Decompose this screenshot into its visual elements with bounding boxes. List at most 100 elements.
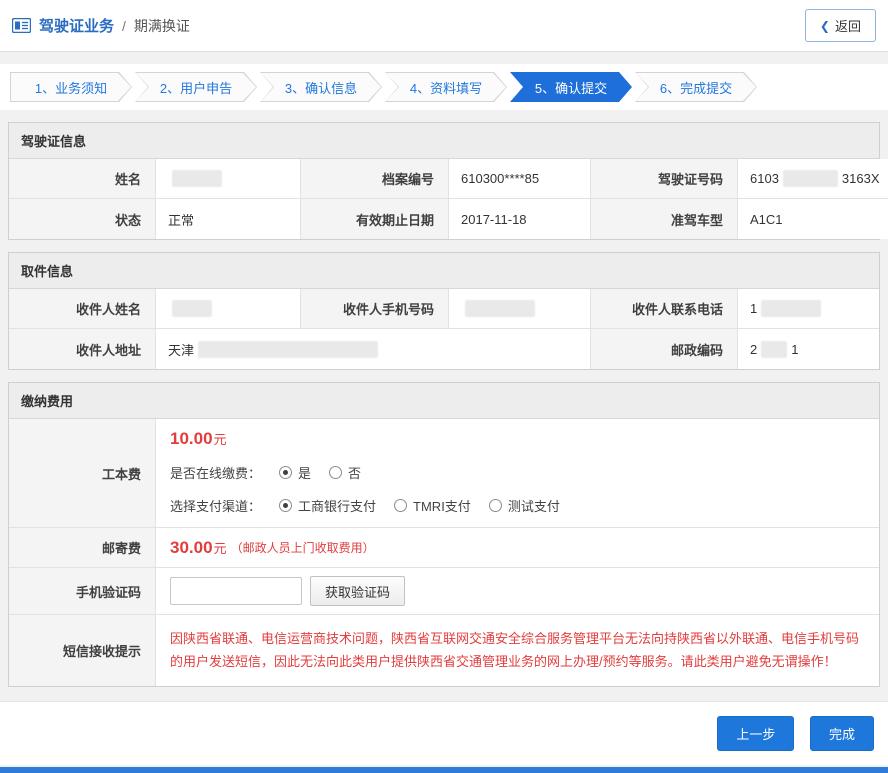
pickup-info-table: 收件人姓名 收件人手机号码 收件人联系电话 1 收件人地址 天津 邮政编码 21 bbox=[9, 289, 879, 369]
footer-action-bar: 上一步 完成 bbox=[0, 701, 888, 765]
step-label: 5、确认提交 bbox=[535, 78, 607, 97]
license-number-suffix: 3163X bbox=[842, 171, 880, 186]
radio-unselected-icon bbox=[394, 499, 407, 512]
production-fee-unit: 元 bbox=[214, 432, 227, 447]
step-3-confirm-info[interactable]: 3、确认信息 bbox=[260, 72, 382, 102]
license-info-title: 驾驶证信息 bbox=[9, 123, 879, 159]
payment-channel-question: 选择支付渠道： bbox=[170, 496, 261, 515]
vehicle-type-label: 准驾车型 bbox=[591, 199, 738, 239]
radio-online-no-label: 否 bbox=[348, 463, 361, 482]
header: 驾驶证业务 / 期满换证 ❮ 返回 bbox=[0, 0, 888, 52]
name-value bbox=[156, 159, 301, 199]
license-number-value: 6103 3163X bbox=[738, 159, 888, 199]
radio-channel-icbc-label: 工商银行支付 bbox=[298, 496, 376, 515]
production-fee-label: 工本费 bbox=[9, 419, 156, 528]
recipient-phone-label: 收件人联系电话 bbox=[591, 289, 738, 329]
verification-code-cell: 获取验证码 bbox=[156, 568, 879, 615]
recipient-address-value: 天津 bbox=[156, 329, 591, 369]
radio-channel-icbc[interactable]: 工商银行支付 bbox=[279, 496, 376, 515]
pickup-info-title: 取件信息 bbox=[9, 253, 879, 289]
production-fee-cell: 10.00元 是否在线缴费： 是 否 选择支付渠道： 工商银行支付 bbox=[156, 419, 879, 528]
page-subtitle: 期满换证 bbox=[134, 16, 190, 36]
payment-title: 缴纳费用 bbox=[9, 383, 879, 419]
license-number-label: 驾驶证号码 bbox=[591, 159, 738, 199]
recipient-address-prefix: 天津 bbox=[168, 340, 194, 359]
back-button-label: 返回 bbox=[835, 16, 861, 35]
previous-step-button[interactable]: 上一步 bbox=[717, 716, 794, 751]
redacted-recipient-name bbox=[172, 300, 212, 317]
step-2-user-declaration[interactable]: 2、用户申告 bbox=[135, 72, 257, 102]
recipient-phone-prefix: 1 bbox=[750, 301, 757, 316]
radio-selected-icon bbox=[279, 499, 292, 512]
radio-online-yes-label: 是 bbox=[298, 463, 311, 482]
step-label: 3、确认信息 bbox=[285, 78, 357, 97]
redacted-postcode bbox=[761, 341, 787, 358]
vehicle-type-value: A1C1 bbox=[738, 199, 888, 239]
step-label: 2、用户申告 bbox=[160, 78, 232, 97]
recipient-mobile-value bbox=[449, 289, 591, 329]
radio-channel-tmri[interactable]: TMRI支付 bbox=[394, 496, 471, 515]
recipient-name-label: 收件人姓名 bbox=[9, 289, 156, 329]
online-payment-question-line: 是否在线缴费： 是 否 bbox=[170, 463, 865, 482]
radio-online-no[interactable]: 否 bbox=[329, 463, 361, 482]
recipient-name-value bbox=[156, 289, 301, 329]
name-label: 姓名 bbox=[9, 159, 156, 199]
payment-panel: 缴纳费用 工本费 10.00元 是否在线缴费： 是 否 选择支付渠道： bbox=[8, 382, 880, 687]
redacted-name bbox=[172, 170, 222, 187]
payment-table: 工本费 10.00元 是否在线缴费： 是 否 选择支付渠道： bbox=[9, 419, 879, 686]
page-title: 驾驶证业务 bbox=[39, 15, 114, 36]
license-business-icon bbox=[12, 18, 31, 33]
expiry-label: 有效期止日期 bbox=[301, 199, 449, 239]
radio-online-yes[interactable]: 是 bbox=[279, 463, 311, 482]
postcode-label: 邮政编码 bbox=[591, 329, 738, 369]
mail-fee-cell: 30.00元 （邮政人员上门收取费用） bbox=[156, 528, 879, 568]
radio-selected-icon bbox=[279, 466, 292, 479]
verification-code-input[interactable] bbox=[170, 577, 302, 605]
step-1-business-notice[interactable]: 1、业务须知 bbox=[10, 72, 132, 102]
back-chevron-icon: ❮ bbox=[820, 19, 830, 33]
radio-channel-tmri-label: TMRI支付 bbox=[413, 496, 471, 515]
online-payment-question: 是否在线缴费： bbox=[170, 463, 261, 482]
redacted-recipient-phone bbox=[761, 300, 821, 317]
get-verification-code-button[interactable]: 获取验证码 bbox=[310, 576, 405, 606]
sms-notice-label: 短信接收提示 bbox=[9, 615, 156, 686]
breadcrumb: 驾驶证业务 / 期满换证 bbox=[12, 15, 190, 36]
redacted-recipient-address bbox=[198, 341, 378, 358]
step-label: 4、资料填写 bbox=[410, 78, 482, 97]
postcode-prefix: 2 bbox=[750, 342, 757, 357]
license-info-table: 姓名 档案编号 610300****85 驾驶证号码 61033163X 状态 … bbox=[9, 159, 879, 239]
step-label: 6、完成提交 bbox=[660, 78, 732, 97]
verification-code-label: 手机验证码 bbox=[9, 568, 156, 615]
file-number-value: 610300****85 bbox=[449, 159, 591, 199]
pickup-info-panel: 取件信息 收件人姓名 收件人手机号码 收件人联系电话 1 收件人地址 天津 邮政… bbox=[8, 252, 880, 370]
back-button[interactable]: ❮ 返回 bbox=[805, 9, 876, 42]
expiry-value: 2017-11-18 bbox=[449, 199, 591, 239]
sms-notice-text: 因陕西省联通、电信运营商技术问题，陕西省互联网交通安全综合服务管理平台无法向持陕… bbox=[156, 615, 879, 686]
recipient-mobile-label: 收件人手机号码 bbox=[301, 289, 449, 329]
step-navigation: 1、业务须知 2、用户申告 3、确认信息 4、资料填写 5、确认提交 6、完成提… bbox=[0, 64, 888, 110]
production-fee-amount-line: 10.00元 bbox=[170, 429, 865, 449]
breadcrumb-separator: / bbox=[122, 18, 126, 34]
step-6-finish-submit[interactable]: 6、完成提交 bbox=[635, 72, 757, 102]
mail-fee-unit: 元 bbox=[214, 538, 227, 557]
postcode-suffix: 1 bbox=[791, 342, 798, 357]
mail-fee-amount: 30.00 bbox=[170, 538, 213, 558]
radio-unselected-icon bbox=[489, 499, 502, 512]
step-4-fill-data[interactable]: 4、资料填写 bbox=[385, 72, 507, 102]
mail-fee-label: 邮寄费 bbox=[9, 528, 156, 568]
status-value: 正常 bbox=[156, 199, 301, 239]
postcode-value: 21 bbox=[738, 329, 879, 369]
recipient-address-label: 收件人地址 bbox=[9, 329, 156, 369]
file-number-label: 档案编号 bbox=[301, 159, 449, 199]
license-number-prefix: 6103 bbox=[750, 171, 779, 186]
redacted-license-number bbox=[783, 170, 838, 187]
step-label: 1、业务须知 bbox=[35, 78, 107, 97]
status-label: 状态 bbox=[9, 199, 156, 239]
redacted-recipient-mobile bbox=[465, 300, 535, 317]
page-bottom-strip bbox=[0, 767, 888, 773]
radio-channel-test-label: 测试支付 bbox=[508, 496, 560, 515]
step-5-confirm-submit[interactable]: 5、确认提交 bbox=[510, 72, 632, 102]
mail-fee-note: （邮政人员上门收取费用） bbox=[231, 539, 375, 556]
finish-button[interactable]: 完成 bbox=[810, 716, 874, 751]
radio-channel-test[interactable]: 测试支付 bbox=[489, 496, 560, 515]
